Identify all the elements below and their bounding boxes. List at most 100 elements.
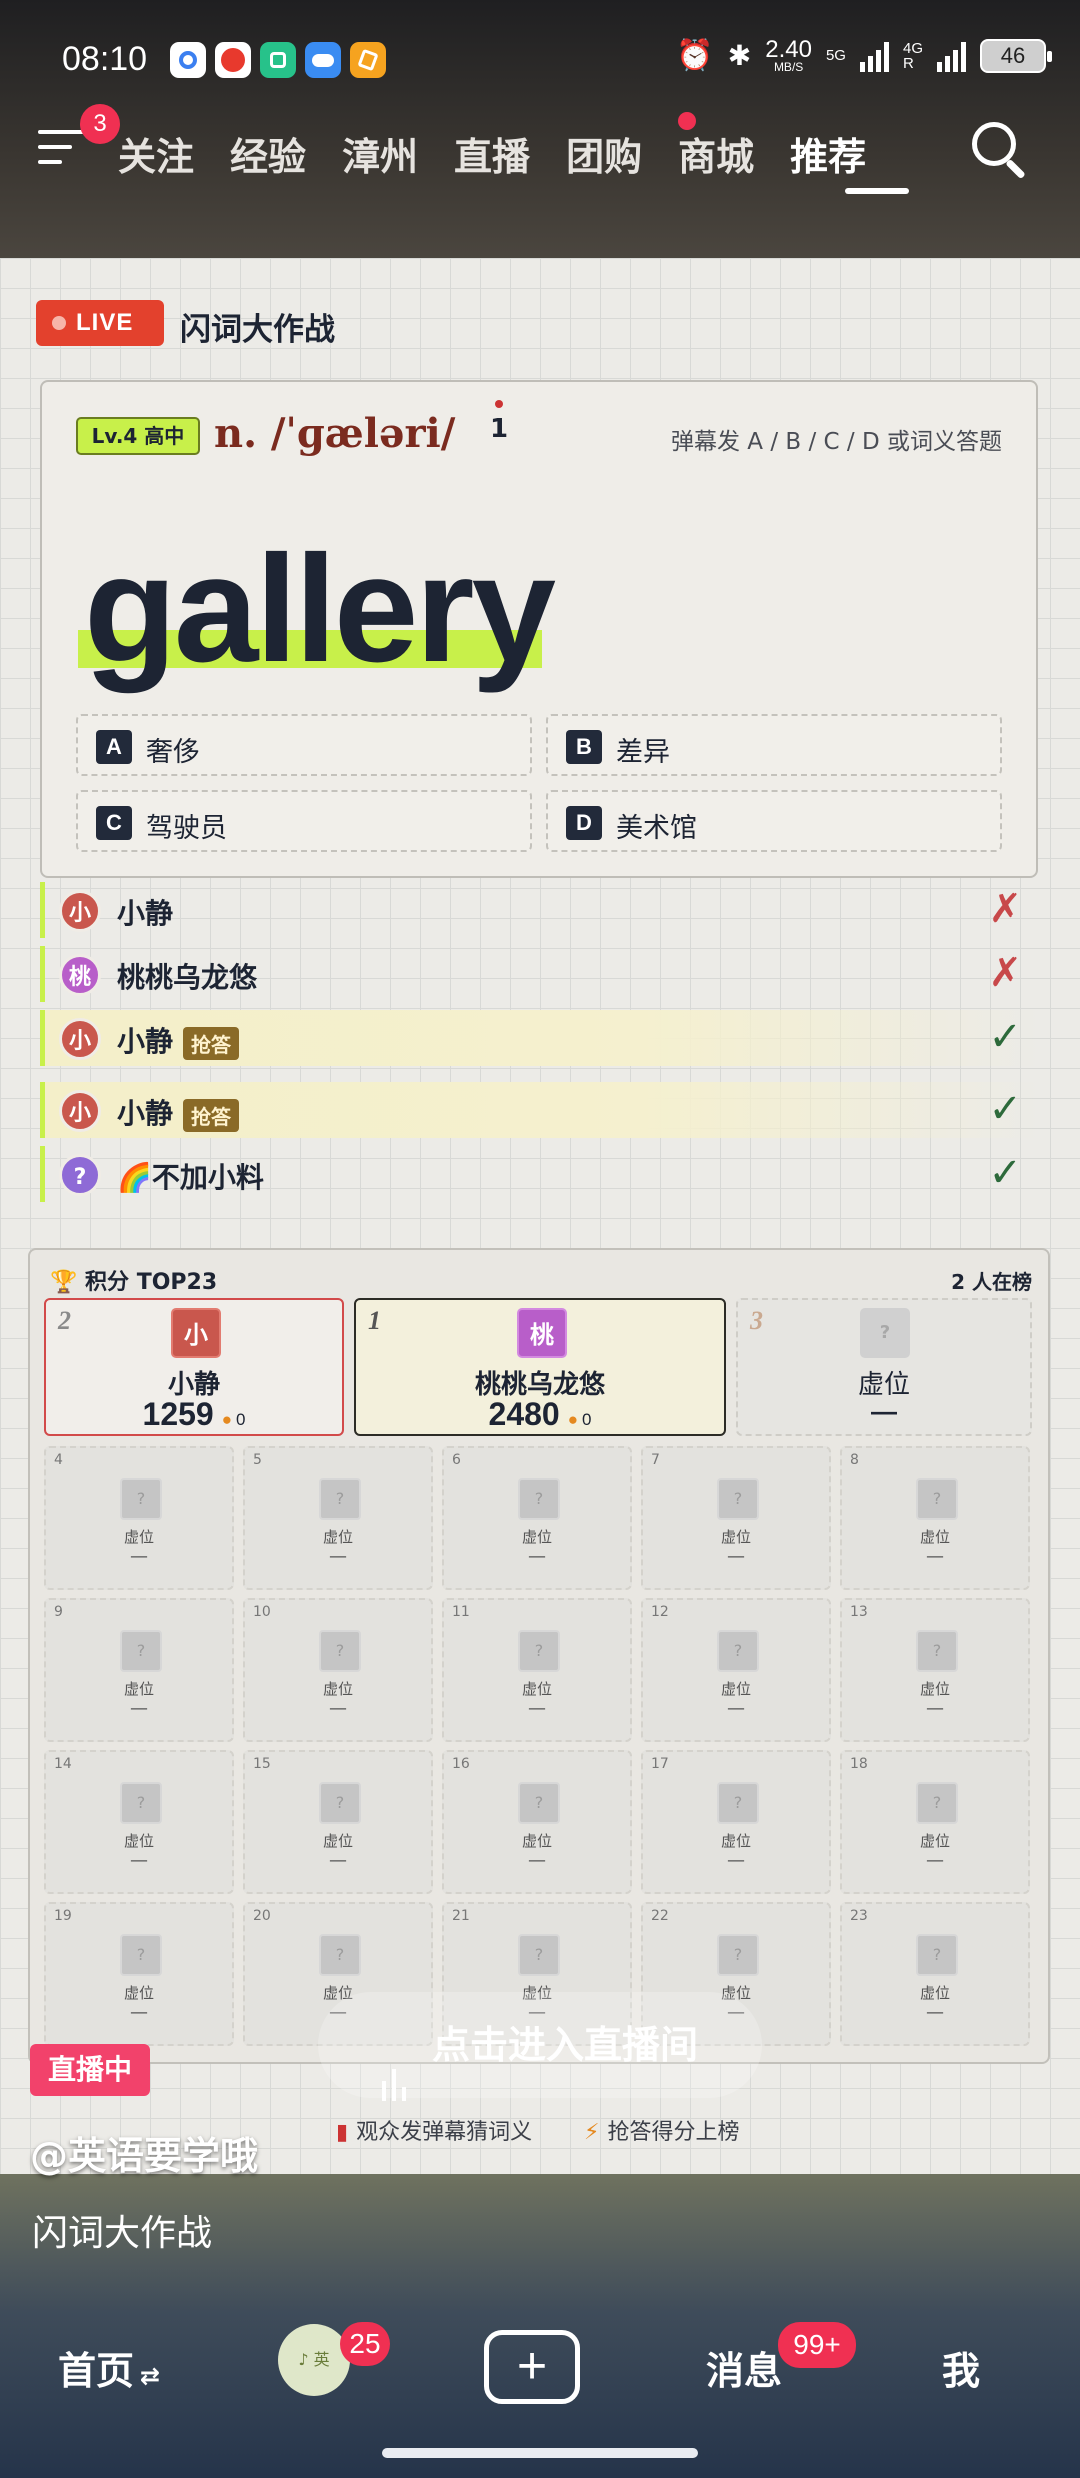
placeholder-avatar: ? (518, 1934, 560, 1976)
answer-row: 桃桃桃乌龙悠 ✗ (40, 946, 1040, 1002)
tab-recommend[interactable]: 推荐 (790, 126, 866, 181)
empty-slot: 12? 虚位 — (641, 1598, 831, 1742)
placeholder-avatar: ? (518, 1478, 560, 1520)
top-tabs: 关注 经验 漳州 直播 团购 商城 推荐 (118, 126, 866, 181)
live-status-pill: 直播中 (30, 2044, 150, 2096)
option-d: D 美术馆 (546, 790, 1002, 852)
answer-row: 小小静 抢答 ✓ (40, 1010, 1040, 1066)
placeholder-avatar: ? (717, 1934, 759, 1976)
answer-name: 小静 抢答 (117, 1020, 240, 1060)
cross-icon: ✗ (988, 950, 1022, 996)
nav-avatar[interactable]: ♪ 英 (278, 2324, 350, 2396)
empty-slot: 16? 虚位 — (442, 1750, 632, 1894)
answer-row: ? 🌈不加小料 ✓ (40, 1146, 1040, 1202)
tab-zhangzhou[interactable]: 漳州 (342, 126, 418, 181)
status-bar: 08:10 ⏰ ✱ 2.40 MB/S 5G 4G R 46 (0, 0, 1080, 120)
tip-score: ⚡ 抢答得分上榜 (584, 2120, 740, 2145)
tab-experience[interactable]: 经验 (230, 126, 306, 181)
option-b: B 差异 (546, 714, 1002, 776)
phonetic: n. /ˈɡæləri/ (214, 410, 456, 457)
active-tab-indicator (845, 188, 909, 194)
empty-slot: 7? 虚位 — (641, 1446, 831, 1590)
empty-slot: 14? 虚位 — (44, 1750, 234, 1894)
avatar: 小 (59, 1090, 101, 1132)
placeholder-avatar: ? (717, 1630, 759, 1672)
create-post-button[interactable]: + (484, 2330, 580, 2404)
avatar: ? (860, 1308, 910, 1358)
sim2-label: 4G R (902, 39, 923, 72)
leaderboard: 🏆 积分 TOP23 2 人在榜 2 小 小静 1259 ● 0 1 桃 桃桃乌龙悠… (28, 1248, 1050, 2064)
answer-row: 小小静 抢答 ✓ (40, 1082, 1040, 1138)
author-name[interactable]: @英语要学哦 (30, 2125, 258, 2180)
quick-answer-tag: 抢答 (183, 1098, 240, 1132)
nav-messages[interactable]: 消息 (706, 2340, 782, 2395)
leaderboard-title: 🏆 积分 TOP23 (50, 1270, 218, 1295)
answer-name: 🌈不加小料 (117, 1161, 264, 1194)
app-icon-4 (305, 42, 341, 78)
answer-name: 小静 (117, 897, 174, 930)
game-title: 闪词大作战 (180, 312, 335, 348)
tip-danmaku: ▮ 观众发弹幕猜词义 (336, 2120, 533, 2145)
answer-row: 小小静 ✗ (40, 882, 1040, 938)
tab-live[interactable]: 直播 (454, 126, 530, 181)
empty-slot: 23? 虚位 — (840, 1902, 1030, 2046)
audio-bars-icon (381, 1995, 412, 2101)
avatar: 小 (59, 890, 101, 932)
answer-hint: 弹幕发 A / B / C / D 或词义答题 (670, 429, 1002, 455)
empty-slot: 8? 虚位 — (840, 1446, 1030, 1590)
app-icon-1 (170, 42, 206, 78)
fire-icon: ● (567, 1410, 578, 1429)
quick-answer-tag: 抢答 (183, 1026, 240, 1060)
tab-follow[interactable]: 关注 (118, 126, 194, 181)
placeholder-avatar: ? (319, 1630, 361, 1672)
signal-icon-1 (859, 40, 889, 72)
word-card: Lv.4 高中 n. /ˈɡæləri/ 1 弹幕发 A / B / C / D… (40, 380, 1038, 878)
empty-slot: 15? 虚位 — (243, 1750, 433, 1894)
search-icon[interactable] (970, 120, 1030, 180)
live-preview[interactable]: LIVE 闪词大作战 Lv.4 高中 n. /ˈɡæləri/ 1 弹幕发 A … (0, 258, 1080, 2178)
rank-1-card: 1 桃 桃桃乌龙悠 2480 ● 0 (354, 1298, 726, 1436)
placeholder-avatar: ? (319, 1934, 361, 1976)
post-description[interactable]: 闪词大作战 (32, 2204, 212, 2256)
tab-mall[interactable]: 商城 (678, 126, 754, 181)
empty-slot: 6? 虚位 — (442, 1446, 632, 1590)
tab-notification-dot (678, 112, 696, 130)
empty-slot: 13? 虚位 — (840, 1598, 1030, 1742)
tab-group-buy[interactable]: 团购 (566, 126, 642, 181)
avatar: 桃 (517, 1308, 567, 1358)
sim1-label: 5G (825, 47, 846, 64)
enter-live-room-button[interactable]: 点击进入直播间 (318, 1992, 762, 2101)
leaderboard-count: 2 人在榜 (951, 1270, 1032, 1294)
placeholder-avatar: ? (916, 1782, 958, 1824)
nav-me[interactable]: 我 (942, 2340, 980, 2395)
menu-badge: 3 (80, 104, 120, 144)
app-icon-3 (260, 42, 296, 78)
net-speed: 2.40 MB/S (765, 35, 812, 74)
empty-slot: 17? 虚位 — (641, 1750, 831, 1894)
level-badge: Lv.4 高中 (76, 417, 200, 455)
answer-name: 小静 抢答 (117, 1092, 240, 1132)
empty-slot: 4? 虚位 — (44, 1446, 234, 1590)
rank-2-card: 2 小 小静 1259 ● 0 (44, 1298, 344, 1436)
menu-icon[interactable] (38, 130, 84, 170)
app-icon-5 (350, 42, 386, 78)
nav-home[interactable]: 首页 ⇄ (58, 2340, 160, 2395)
battery-icon: 46 (980, 38, 1052, 73)
home-indicator (382, 2448, 698, 2458)
quiz-word: gallery (84, 524, 556, 694)
placeholder-avatar: ? (120, 1478, 162, 1520)
messages-badge: 99+ (778, 2322, 856, 2368)
avatar: 小 (171, 1308, 221, 1358)
avatar: 小 (59, 1018, 101, 1060)
live-badge: LIVE (36, 300, 164, 346)
app-icon-2 (215, 42, 251, 78)
placeholder-avatar: ? (916, 1630, 958, 1672)
placeholder-avatar: ? (916, 1478, 958, 1520)
question-index: 1 (484, 400, 514, 444)
option-c: C 驾驶员 (76, 790, 532, 852)
lightning-icon: ⚡ (584, 2120, 600, 2145)
avatar: 桃 (59, 954, 101, 996)
check-icon: ✓ (988, 1014, 1022, 1060)
placeholder-avatar: ? (319, 1478, 361, 1520)
danmaku-icon: ▮ (336, 2120, 349, 2145)
